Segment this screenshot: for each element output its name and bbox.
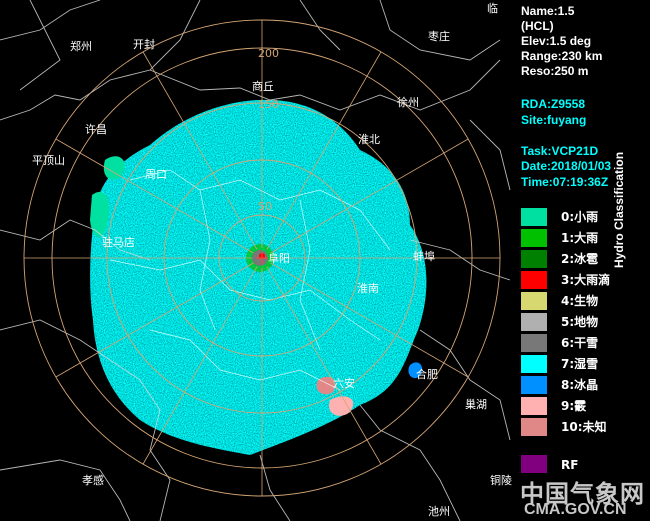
legend-swatch	[521, 376, 547, 394]
legend-swatch	[521, 418, 547, 436]
city-label: 商丘	[252, 79, 274, 93]
city-label: 周口	[145, 168, 167, 181]
range-label-50: 50	[258, 200, 272, 213]
legend-title: Hydro Classification	[612, 151, 626, 268]
range-label-150: 150	[258, 98, 279, 111]
legend-swatch	[521, 355, 547, 373]
legend-label: 6:干雪	[561, 336, 599, 350]
legend-swatch	[521, 334, 547, 352]
city-label: 临	[487, 1, 498, 15]
scan-time: Time:07:19:36Z	[521, 175, 609, 189]
resolution: Reso:250 m	[521, 64, 589, 78]
elevation: Elev:1.5 deg	[521, 34, 592, 48]
legend-swatch	[521, 397, 547, 415]
legend-label: 2:冰雹	[561, 252, 599, 266]
legend-label: 8:冰晶	[561, 378, 599, 392]
city-label: 蚌埠	[413, 249, 435, 263]
watermark-url: CMA.GOV.CN	[524, 501, 627, 518]
city-label: 池州	[428, 505, 450, 518]
city-label: 淮北	[358, 133, 380, 146]
city-label: 孝感	[82, 474, 104, 487]
city-label: 郑州	[70, 39, 92, 53]
legend-label: 4:生物	[561, 294, 599, 308]
site-name: Site:fuyang	[521, 113, 587, 127]
legend-label: 1:大雨	[561, 231, 599, 245]
city-label: 枣庄	[428, 29, 450, 43]
legend-swatch	[521, 313, 547, 331]
legend-label: 0:小雨	[561, 210, 599, 224]
legend-label: 7:湿雪	[561, 357, 599, 371]
legend-swatch	[521, 229, 547, 247]
range-label-200: 200	[258, 47, 279, 60]
city-label: 六安	[333, 376, 355, 390]
city-label: 平顶山	[32, 154, 65, 167]
city-label: 阜阳	[268, 252, 290, 265]
legend-label: 5:地物	[561, 315, 599, 329]
legend-swatch	[521, 250, 547, 268]
legend-label: 3:大雨滴	[561, 273, 611, 287]
product-name: Name:1.5	[521, 4, 575, 18]
city-label: 开封	[133, 37, 155, 51]
city-label: 徐州	[397, 95, 419, 109]
legend-swatch	[521, 271, 547, 289]
city-label: 巢湖	[465, 398, 487, 411]
city-label: 合肥	[416, 367, 438, 381]
legend-label: 9:霰	[561, 399, 587, 413]
legend-swatch	[521, 292, 547, 310]
product-type: (HCL)	[521, 19, 554, 33]
legend-label-rf: RF	[561, 458, 579, 472]
legend-swatch	[521, 208, 547, 226]
legend-swatch-rf	[521, 455, 547, 473]
city-label: 铜陵	[490, 473, 512, 487]
city-label: 许昌	[85, 123, 107, 136]
city-label: 淮南	[357, 282, 379, 295]
range: Range:230 km	[521, 49, 603, 63]
rda-id: RDA:Z9558	[521, 97, 586, 111]
task-name: Task:VCP21D	[521, 144, 599, 158]
scan-date: Date:2018/01/03	[521, 159, 612, 173]
legend-label: 10:未知	[561, 420, 607, 434]
city-label: 驻马店	[102, 235, 135, 249]
